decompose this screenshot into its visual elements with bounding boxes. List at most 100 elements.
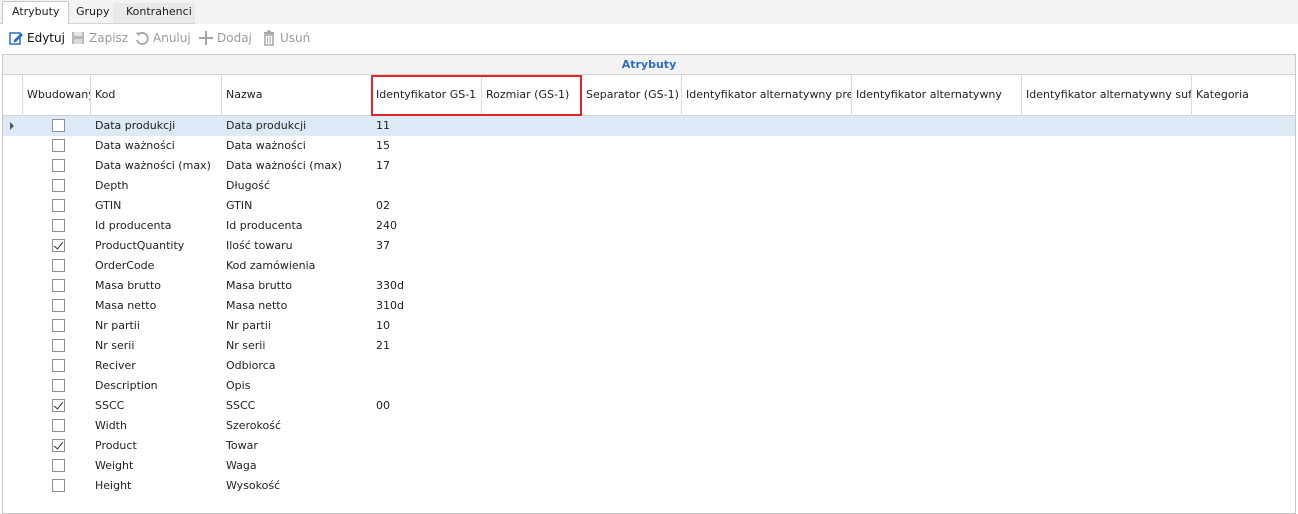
- table-row[interactable]: ProductQuantity Ilość towaru 37: [3, 236, 1295, 256]
- table-row[interactable]: Data ważności Data ważności 15: [3, 136, 1295, 156]
- row-indicator[interactable]: [3, 356, 23, 376]
- table-row[interactable]: Description Opis: [3, 376, 1295, 396]
- cell-nazwa[interactable]: Szerokość: [222, 416, 372, 436]
- cell-kod[interactable]: Width: [91, 416, 222, 436]
- cell-identyfikator-gs1[interactable]: [372, 416, 482, 436]
- table-row[interactable]: Depth Długość: [3, 176, 1295, 196]
- cell-identyfikator-gs1[interactable]: [372, 356, 482, 376]
- cell-identyfikator-gs1[interactable]: [372, 436, 482, 456]
- header-kod[interactable]: Kod: [91, 75, 222, 116]
- cell-identyfikator-gs1[interactable]: 240: [372, 216, 482, 236]
- builtin-checkbox[interactable]: [52, 419, 65, 432]
- cell-identyfikator-gs1[interactable]: 00: [372, 396, 482, 416]
- table-row[interactable]: Id producenta Id producenta 240: [3, 216, 1295, 236]
- table-row[interactable]: Nr serii Nr serii 21: [3, 336, 1295, 356]
- row-indicator[interactable]: [3, 116, 23, 136]
- cell-nazwa[interactable]: Ilość towaru: [222, 236, 372, 256]
- cell-nazwa[interactable]: Wysokość: [222, 476, 372, 496]
- row-indicator[interactable]: [3, 436, 23, 456]
- cell-nazwa[interactable]: Data ważności (max): [222, 156, 372, 176]
- builtin-checkbox[interactable]: [52, 159, 65, 172]
- builtin-checkbox[interactable]: [52, 279, 65, 292]
- cell-nazwa[interactable]: Opis: [222, 376, 372, 396]
- cell-nazwa[interactable]: SSCC: [222, 396, 372, 416]
- row-indicator[interactable]: [3, 156, 23, 176]
- builtin-checkbox[interactable]: [52, 139, 65, 152]
- row-indicator[interactable]: [3, 216, 23, 236]
- cell-identyfikator-gs1[interactable]: [372, 476, 482, 496]
- cell-kod[interactable]: Nr serii: [91, 336, 222, 356]
- table-row[interactable]: Reciver Odbiorca: [3, 356, 1295, 376]
- row-indicator[interactable]: [3, 396, 23, 416]
- cell-kod[interactable]: Depth: [91, 176, 222, 196]
- builtin-checkbox[interactable]: [52, 479, 65, 492]
- builtin-checkbox[interactable]: [52, 299, 65, 312]
- table-row[interactable]: Product Towar: [3, 436, 1295, 456]
- row-indicator[interactable]: [3, 476, 23, 496]
- cell-kod[interactable]: Reciver: [91, 356, 222, 376]
- cell-nazwa[interactable]: GTIN: [222, 196, 372, 216]
- cell-identyfikator-gs1[interactable]: [372, 176, 482, 196]
- cell-kod[interactable]: Data ważności (max): [91, 156, 222, 176]
- add-button[interactable]: Dodaj: [198, 28, 252, 48]
- row-indicator[interactable]: [3, 236, 23, 256]
- edit-button[interactable]: Edytuj: [8, 28, 65, 48]
- cell-kod[interactable]: Id producenta: [91, 216, 222, 236]
- cell-identyfikator-gs1[interactable]: 330d: [372, 276, 482, 296]
- header-rozmiar-gs1[interactable]: Rozmiar (GS-1): [482, 75, 582, 116]
- row-indicator[interactable]: [3, 196, 23, 216]
- row-indicator[interactable]: [3, 456, 23, 476]
- cell-kod[interactable]: Description: [91, 376, 222, 396]
- cell-nazwa[interactable]: Id producenta: [222, 216, 372, 236]
- cell-identyfikator-gs1[interactable]: [372, 256, 482, 276]
- cell-identyfikator-gs1[interactable]: 11: [372, 116, 482, 136]
- row-indicator[interactable]: [3, 256, 23, 276]
- row-indicator[interactable]: [3, 136, 23, 156]
- cell-identyfikator-gs1[interactable]: 02: [372, 196, 482, 216]
- table-row[interactable]: Weight Waga: [3, 456, 1295, 476]
- cell-identyfikator-gs1[interactable]: 310d: [372, 296, 482, 316]
- builtin-checkbox[interactable]: [52, 399, 65, 412]
- table-row[interactable]: Width Szerokość: [3, 416, 1295, 436]
- builtin-checkbox[interactable]: [52, 319, 65, 332]
- cell-nazwa[interactable]: Data produkcji: [222, 116, 372, 136]
- header-separator-gs1[interactable]: Separator (GS-1): [582, 75, 682, 116]
- cell-kod[interactable]: ProductQuantity: [91, 236, 222, 256]
- builtin-checkbox[interactable]: [52, 259, 65, 272]
- table-row[interactable]: GTIN GTIN 02: [3, 196, 1295, 216]
- table-row[interactable]: Height Wysokość: [3, 476, 1295, 496]
- header-kategoria[interactable]: Kategoria: [1192, 75, 1295, 116]
- row-indicator[interactable]: [3, 176, 23, 196]
- tab-grupy[interactable]: Grupy: [67, 2, 119, 24]
- table-row[interactable]: Data produkcji Data produkcji 11: [3, 116, 1295, 136]
- cell-kod[interactable]: Weight: [91, 456, 222, 476]
- cell-identyfikator-gs1[interactable]: [372, 456, 482, 476]
- builtin-checkbox[interactable]: [52, 239, 65, 252]
- cancel-button[interactable]: Anuluj: [134, 28, 191, 48]
- save-button[interactable]: Zapisz: [70, 28, 128, 48]
- cell-kod[interactable]: Data ważności: [91, 136, 222, 156]
- header-alt-prefix[interactable]: Identyfikator alternatywny prefix: [682, 75, 852, 116]
- cell-nazwa[interactable]: Kod zamówienia: [222, 256, 372, 276]
- row-indicator[interactable]: [3, 376, 23, 396]
- row-indicator[interactable]: [3, 296, 23, 316]
- cell-nazwa[interactable]: Odbiorca: [222, 356, 372, 376]
- table-row[interactable]: Masa netto Masa netto 310d: [3, 296, 1295, 316]
- row-indicator[interactable]: [3, 276, 23, 296]
- builtin-checkbox[interactable]: [52, 339, 65, 352]
- delete-button[interactable]: Usuń: [261, 28, 310, 48]
- builtin-checkbox[interactable]: [52, 379, 65, 392]
- cell-nazwa[interactable]: Masa netto: [222, 296, 372, 316]
- builtin-checkbox[interactable]: [52, 219, 65, 232]
- builtin-checkbox[interactable]: [52, 179, 65, 192]
- builtin-checkbox[interactable]: [52, 359, 65, 372]
- cell-nazwa[interactable]: Waga: [222, 456, 372, 476]
- cell-kod[interactable]: Product: [91, 436, 222, 456]
- row-indicator[interactable]: [3, 416, 23, 436]
- cell-kod[interactable]: OrderCode: [91, 256, 222, 276]
- header-wbudowany[interactable]: Wbudowany: [23, 75, 91, 116]
- header-alt-identifier[interactable]: Identyfikator alternatywny: [852, 75, 1022, 116]
- builtin-checkbox[interactable]: [52, 119, 65, 132]
- cell-kod[interactable]: Height: [91, 476, 222, 496]
- builtin-checkbox[interactable]: [52, 459, 65, 472]
